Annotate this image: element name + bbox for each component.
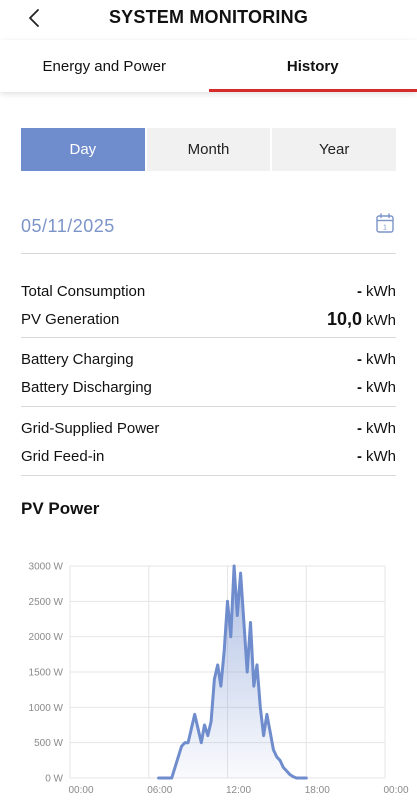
row-label: Battery Discharging [21, 378, 152, 396]
tab-bar: Energy and Power History [0, 40, 417, 92]
x-tick-label: 12:00 [226, 785, 251, 796]
row-value: 10,0 [326, 308, 362, 329]
date-field[interactable]: 05/11/2025 [21, 216, 115, 237]
date-picker-row: 05/11/2025 1 [21, 208, 396, 254]
calendar-icon[interactable]: 1 [376, 213, 394, 233]
grid-group: Grid-Supplied Power - kWh Grid Feed-in -k… [21, 417, 396, 476]
row-unit: kWh [366, 447, 396, 465]
tab-energy-and-power[interactable]: Energy and Power [0, 40, 209, 92]
y-tick-label: 1500 W [29, 668, 64, 679]
row-value: - [357, 378, 362, 396]
grid-supplied-row: Grid-Supplied Power - kWh [21, 417, 396, 439]
y-tick-label: 3000 W [29, 562, 64, 573]
row-value: - [357, 282, 362, 300]
battery-charging-row: Battery Charging - kWh [21, 348, 396, 370]
section-title: PV Power [21, 499, 100, 518]
battery-group: Battery Charging - kWh Battery Dischargin… [21, 348, 396, 407]
battery-discharging-row: Battery Discharging - kWh [21, 376, 396, 398]
row-unit: kWh [366, 282, 396, 300]
segment-month[interactable]: Month [146, 128, 271, 171]
row-label: Grid Feed-in [21, 447, 105, 465]
row-unit: kWh [366, 350, 396, 368]
y-tick-label: 2500 W [29, 597, 64, 608]
x-tick-label: 00:00 [68, 785, 93, 796]
x-tick-label: 06:00 [147, 785, 172, 796]
row-value: - [357, 419, 362, 437]
segment-year[interactable]: Year [272, 128, 397, 171]
total-consumption-row: Total Consumption - kWh [21, 280, 396, 302]
row-label: Grid-Supplied Power [21, 419, 160, 437]
row-value: - [357, 350, 362, 368]
y-tick-label: 1000 W [29, 703, 64, 714]
pv-generation-row: PV Generation 10,0 kWh [21, 308, 396, 330]
y-tick-label: 500 W [34, 738, 63, 749]
scrolled-heading-fragment [21, 92, 61, 106]
row-label: Battery Charging [21, 350, 134, 368]
row-label: Total Consumption [21, 282, 146, 300]
row-label: PV Generation [21, 310, 120, 328]
page-title: SYSTEM MONITORING [108, 7, 309, 27]
segment-day[interactable]: Day [21, 128, 145, 171]
x-tick-label: 00:00 [383, 785, 408, 796]
app-header: SYSTEM MONITORING [0, 0, 417, 38]
period-selector: Day Month Year [21, 128, 397, 171]
grid-feed-in-row: Grid Feed-in - kWh [21, 445, 396, 467]
calendar-day: 1 [383, 225, 387, 232]
tab-history[interactable]: History [208, 40, 417, 92]
consumption-group: Total Consumption - kWh PV Generation 10,… [21, 280, 396, 338]
row-unit: kWh [366, 419, 396, 437]
y-tick-label: 0 W [45, 774, 63, 785]
row-unit: kWh [366, 378, 396, 396]
pv-power-chart: 0 W 500 W 1000 W 1500 W 2000 W 2500 W 3000 W 00… [29, 562, 409, 797]
row-unit: kWh [366, 311, 396, 329]
y-tick-label: 2000 W [29, 632, 64, 643]
x-tick-label: 18:00 [305, 785, 330, 796]
row-value: - [357, 447, 362, 465]
